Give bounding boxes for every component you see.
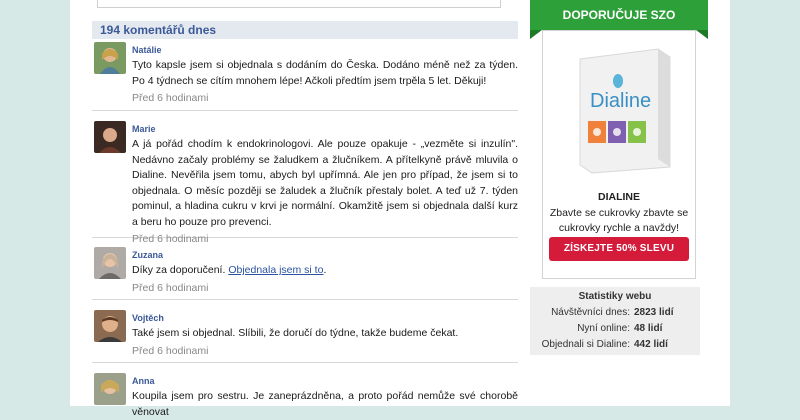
- stats-label: Návštěvníci dnes:: [551, 307, 630, 318]
- stats-value: 48 lidí: [634, 323, 663, 334]
- comments-count-header: 194 komentářů dnes: [92, 21, 518, 39]
- comment-time: Před 6 hodinami: [132, 344, 209, 357]
- product-title: DIALINE: [598, 191, 640, 203]
- comment-author[interactable]: Natálie: [132, 44, 518, 56]
- banner-fold-left: [530, 30, 542, 39]
- stats-value: 442 lidí: [634, 339, 668, 350]
- recommendation-banner: DOPORUČUJE SZO: [530, 0, 708, 30]
- product-description: Zbavte se cukrovky zbavte se cukrovky ry…: [549, 207, 689, 234]
- stats-label: Objednali si Dialine:: [541, 339, 630, 350]
- avatar: [94, 373, 126, 405]
- comment-text: Tyto kapsle jsem si objednala s dodáním …: [132, 59, 518, 87]
- comment-text: Koupila jsem pro sestru. Je zaneprázdněn…: [132, 390, 518, 418]
- comment-author[interactable]: Zuzana: [132, 249, 518, 261]
- comment-item: Zuzana Díky za doporučení. Objednala jse…: [92, 247, 518, 300]
- comment-author[interactable]: Marie: [132, 123, 518, 135]
- comment-item: Vojtěch Také jsem si objednal. Slíbili, …: [92, 310, 518, 363]
- avatar: [94, 247, 126, 279]
- avatar: [94, 310, 126, 342]
- comment-author[interactable]: Anna: [132, 375, 518, 387]
- site-statistics: Statistiky webu Návštěvníci dnes: 2823 l…: [530, 287, 700, 355]
- comment-text-part: Díky za doporučení.: [132, 264, 229, 276]
- avatar: [94, 42, 126, 74]
- comment-text: Díky za doporučení. Objednala jsem si to…: [132, 263, 518, 279]
- product-card[interactable]: Dialine DIALINE Zbavte se cukrovky zbavt…: [542, 30, 696, 279]
- comment-text-part: .: [323, 264, 327, 276]
- comment-text: Také jsem si objednal. Slíbili, že doruč…: [132, 327, 459, 339]
- order-link[interactable]: Objednala jsem si to: [228, 264, 323, 276]
- banner-fold-right: [696, 30, 708, 39]
- comment-item: Marie A já pořád chodím k endokrinologov…: [92, 121, 518, 245]
- get-discount-button[interactable]: ZÍSKEJTE 50% SLEVU: [549, 237, 689, 261]
- product-box-name: Dialine: [590, 90, 651, 112]
- stats-value: 2823 lidí: [634, 307, 674, 318]
- comment-item: Natálie Tyto kapsle jsem si objednala s …: [92, 42, 518, 111]
- comment-time: Před 6 hodinami: [132, 281, 209, 294]
- stats-label: Nyní online:: [577, 323, 630, 334]
- comment-author[interactable]: Vojtěch: [132, 312, 518, 324]
- comment-time: Před 6 hodinami: [132, 233, 209, 245]
- avatar: [94, 121, 126, 153]
- stats-title: Statistiky webu: [578, 291, 652, 302]
- comment-time: Před 6 hodinami: [132, 92, 209, 104]
- product-box-image[interactable]: Dialine: [566, 45, 676, 175]
- comment-text: A já pořád chodím k endokrinologovi. Ale…: [132, 138, 518, 228]
- comment-input-box[interactable]: [97, 0, 501, 8]
- comment-item: Anna Koupila jsem pro sestru. Je zaneprá…: [92, 373, 518, 418]
